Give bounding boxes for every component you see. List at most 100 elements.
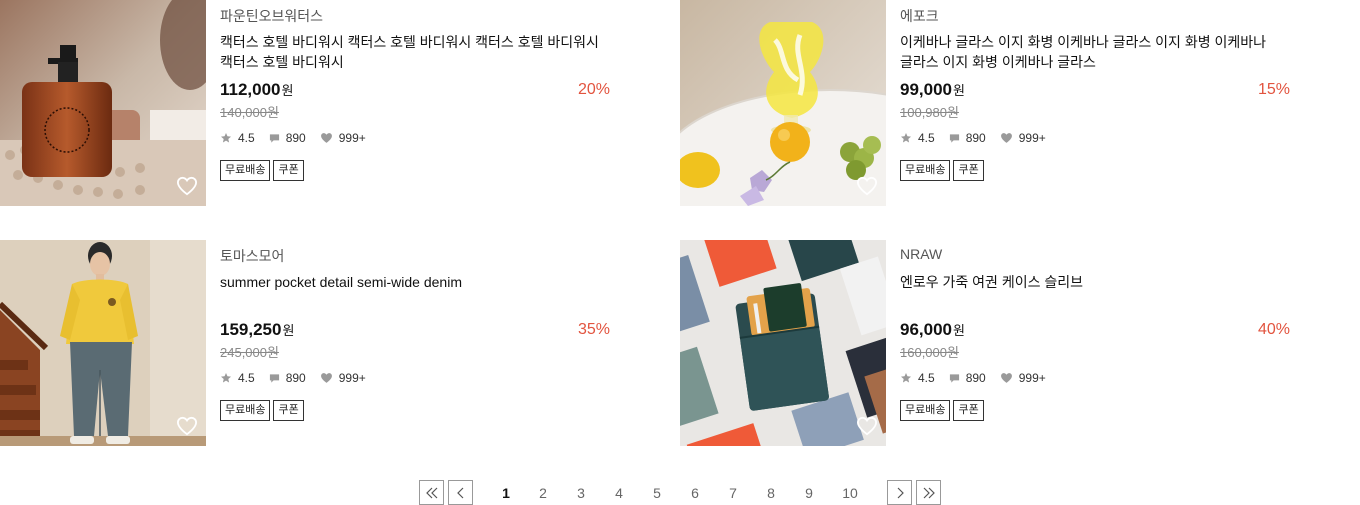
original-price: 245,000원	[220, 345, 279, 360]
comment-icon	[949, 373, 959, 383]
like-stat: 999+	[320, 131, 366, 145]
product-card[interactable]: NRAW 엔로우 가죽 여권 케이스 슬리브 96,000원 160,000원 …	[680, 240, 1290, 446]
star-icon	[221, 133, 231, 143]
page-6[interactable]: 6	[683, 485, 707, 501]
comment-icon	[269, 373, 279, 383]
product-title[interactable]: 이케바나 글라스 이지 화병 이케바나 글라스 이지 화병 이케바나 글라스 이…	[900, 32, 1280, 72]
coupon-tag: 쿠폰	[273, 160, 304, 181]
tag-list: 무료배송 쿠폰	[220, 160, 307, 181]
brand-name[interactable]: NRAW	[900, 246, 942, 262]
sale-price: 112,000원	[220, 80, 293, 100]
heart-icon[interactable]	[856, 176, 878, 196]
page-3[interactable]: 3	[569, 485, 593, 501]
free-shipping-tag: 무료배송	[900, 400, 951, 421]
like-count: 999+	[338, 131, 366, 145]
review-stat: 890	[949, 371, 986, 385]
heart-icon[interactable]	[176, 176, 198, 196]
brand-name[interactable]: 에포크	[900, 6, 939, 26]
brand-name[interactable]: 파운틴오브워터스	[220, 6, 323, 26]
product-card[interactable]: 에포크 이케바나 글라스 이지 화병 이케바나 글라스 이지 화병 이케바나 글…	[680, 0, 1290, 206]
price-value: 159,250	[220, 320, 282, 339]
discount-rate: 15%	[1257, 81, 1290, 98]
page-7[interactable]: 7	[721, 485, 745, 501]
price-value: 96,000	[900, 320, 952, 339]
currency-unit: 원	[281, 83, 294, 98]
coupon-tag: 쿠폰	[953, 160, 984, 181]
double-chevron-left-icon	[425, 487, 437, 498]
like-count: 999+	[1018, 371, 1046, 385]
star-icon	[901, 133, 911, 143]
original-price: 140,000원	[220, 105, 279, 120]
price-value: 112,000	[220, 80, 281, 99]
pagination: 1 2 3 4 5 6 7 8 9 10	[0, 480, 1360, 505]
last-page-button[interactable]	[916, 480, 941, 505]
heart-icon	[1000, 133, 1012, 143]
currency-unit: 원	[282, 323, 295, 338]
page-4[interactable]: 4	[607, 485, 631, 501]
heart-icon[interactable]	[856, 416, 878, 436]
first-page-button[interactable]	[419, 480, 444, 505]
heart-icon	[320, 133, 332, 143]
product-stats: 4.5 890 999+	[220, 370, 380, 386]
like-stat: 999+	[1000, 371, 1046, 385]
coupon-tag: 쿠폰	[273, 400, 304, 421]
rating-stat: 4.5	[900, 371, 935, 385]
like-stat: 999+	[320, 371, 366, 385]
page-5[interactable]: 5	[645, 485, 669, 501]
product-stats: 4.5 890 999+	[900, 130, 1060, 146]
product-card[interactable]: 토마스모어 summer pocket detail semi-wide den…	[0, 240, 610, 446]
currency-unit: 원	[953, 323, 965, 338]
next-page-button[interactable]	[887, 480, 912, 505]
chevron-left-icon	[456, 487, 463, 498]
discount-rate: 40%	[1257, 321, 1290, 338]
page-1[interactable]: 1	[494, 485, 518, 501]
double-chevron-right-icon	[923, 487, 935, 498]
rating-stat: 4.5	[220, 371, 255, 385]
product-image[interactable]	[680, 240, 886, 446]
star-icon	[221, 373, 231, 383]
original-price: 160,000원	[900, 345, 959, 360]
comment-icon	[269, 133, 279, 143]
product-stats: 4.5 890 999+	[220, 130, 380, 146]
brand-name[interactable]: 토마스모어	[220, 246, 284, 266]
heart-icon[interactable]	[176, 416, 198, 436]
tag-list: 무료배송 쿠폰	[900, 160, 987, 181]
rating-value: 4.5	[238, 371, 255, 385]
product-image[interactable]	[0, 240, 206, 446]
product-title[interactable]: 엔로우 가죽 여권 케이스 슬리브	[900, 272, 1280, 292]
page-10[interactable]: 10	[838, 485, 862, 501]
discount-rate: 20%	[577, 81, 610, 98]
coupon-tag: 쿠폰	[953, 400, 984, 421]
free-shipping-tag: 무료배송	[900, 160, 951, 181]
heart-icon	[1000, 373, 1012, 383]
review-count: 890	[285, 131, 306, 145]
rating-stat: 4.5	[900, 131, 935, 145]
product-image[interactable]	[680, 0, 886, 206]
original-price: 100,980원	[900, 105, 959, 120]
review-stat: 890	[269, 131, 306, 145]
product-title[interactable]: 캑터스 호텔 바디워시 캑터스 호텔 바디워시 캑터스 호텔 바디워시 캑터스 …	[220, 32, 600, 72]
price-value: 99,000	[900, 80, 952, 99]
review-count: 890	[965, 371, 986, 385]
page-9[interactable]: 9	[797, 485, 821, 501]
page-2[interactable]: 2	[531, 485, 555, 501]
free-shipping-tag: 무료배송	[220, 160, 271, 181]
product-image[interactable]	[0, 0, 206, 206]
comment-icon	[949, 133, 959, 143]
prev-page-button[interactable]	[448, 480, 473, 505]
star-icon	[901, 373, 911, 383]
rating-value: 4.5	[918, 131, 935, 145]
rating-value: 4.5	[238, 131, 255, 145]
free-shipping-tag: 무료배송	[220, 400, 271, 421]
sale-price: 159,250원	[220, 320, 294, 340]
discount-rate: 35%	[577, 321, 610, 338]
like-stat: 999+	[1000, 131, 1046, 145]
product-card[interactable]: 파운틴오브워터스 캑터스 호텔 바디워시 캑터스 호텔 바디워시 캑터스 호텔 …	[0, 0, 610, 206]
chevron-right-icon	[897, 487, 904, 498]
sale-price: 96,000원	[900, 320, 965, 340]
review-stat: 890	[949, 131, 986, 145]
like-count: 999+	[1018, 131, 1046, 145]
page-8[interactable]: 8	[759, 485, 783, 501]
tag-list: 무료배송 쿠폰	[220, 400, 307, 421]
product-title[interactable]: summer pocket detail semi-wide denim	[220, 272, 600, 292]
